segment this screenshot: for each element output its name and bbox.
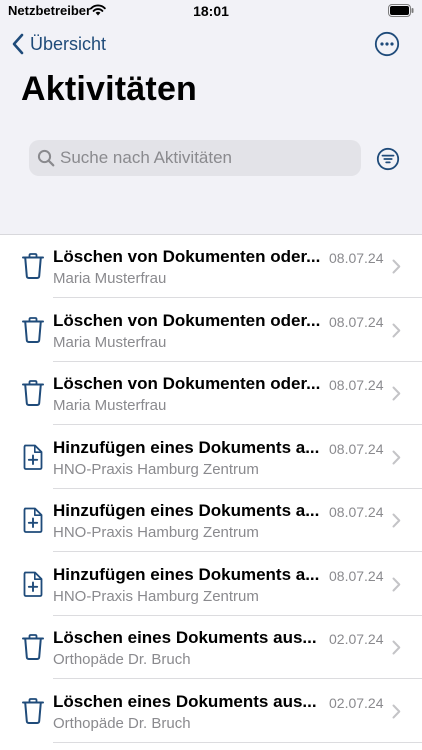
- page-title: Aktivitäten: [21, 70, 198, 108]
- more-options-button[interactable]: [374, 31, 400, 57]
- activity-date: 08.07.24: [329, 313, 384, 330]
- trash-icon: [21, 316, 45, 344]
- chevron-right-icon: [392, 323, 401, 337]
- chevron-right-icon: [392, 259, 401, 274]
- chevron-left-icon: [12, 33, 24, 55]
- activity-subtitle: Maria Musterfrau: [53, 333, 167, 351]
- activity-date: 08.07.24: [329, 504, 384, 520]
- clock: 18:01: [193, 3, 229, 19]
- ellipsis-circle-icon: [374, 31, 400, 57]
- document-add-icon: [21, 443, 45, 471]
- activity-title: Hinzufügen eines Dokuments a...: [53, 437, 320, 457]
- activity-row[interactable]: Löschen von Dokumenten oder... 08.07.24 …: [0, 362, 422, 425]
- trash-icon: [21, 697, 45, 725]
- chevron-right-icon: [392, 704, 401, 718]
- search-icon: [37, 149, 55, 167]
- activity-title: Löschen eines Dokuments aus...: [53, 628, 317, 647]
- activity-list: Löschen von Dokumenten oder... 08.07.24 …: [0, 234, 422, 750]
- status-bar: Netzbetreiber 18:01: [0, 0, 422, 24]
- activity-date: 02.07.24: [329, 694, 384, 711]
- activity-row[interactable]: Löschen eines Dokuments aus... 02.07.24 …: [0, 680, 422, 743]
- activity-row[interactable]: Hinzufügen eines Dokuments a... 08.07.24…: [0, 489, 422, 552]
- activity-subtitle: HNO-Praxis Hamburg Zentrum: [53, 587, 259, 605]
- activity-subtitle: Maria Musterfrau: [53, 270, 167, 287]
- activity-row[interactable]: Hinzufügen eines Dokuments a... 08.07.24…: [0, 426, 422, 489]
- activity-date: 08.07.24: [329, 440, 384, 457]
- filter-button[interactable]: [376, 147, 400, 171]
- battery-icon: [388, 4, 414, 22]
- header: Netzbetreiber 18:01 Übersicht Aktivitäte…: [0, 0, 422, 234]
- search-input[interactable]: [60, 148, 350, 168]
- trash-icon: [21, 252, 45, 280]
- activity-title: Hinzufügen eines Dokuments a...: [53, 501, 320, 520]
- chevron-right-icon: [392, 640, 401, 655]
- activity-date: 08.07.24: [329, 377, 384, 393]
- activity-date: 08.07.24: [329, 567, 384, 584]
- activity-subtitle: HNO-Praxis Hamburg Zentrum: [53, 460, 259, 478]
- chevron-right-icon: [392, 386, 401, 401]
- activity-date: 08.07.24: [329, 250, 384, 266]
- activity-row[interactable]: Löschen von Dokumenten oder... 08.07.24 …: [0, 235, 422, 298]
- activity-title: Hinzufügen eines Dokuments a...: [53, 564, 320, 584]
- filter-icon: [376, 147, 400, 171]
- activity-subtitle: Orthopäde Dr. Bruch: [53, 714, 191, 732]
- activity-row[interactable]: Löschen von Dokumenten oder... 08.07.24 …: [0, 299, 422, 362]
- activity-subtitle: HNO-Praxis Hamburg Zentrum: [53, 524, 259, 541]
- row-divider: [53, 741, 422, 743]
- trash-icon: [21, 379, 45, 407]
- activity-title: Löschen von Dokumenten oder...: [53, 310, 321, 330]
- document-add-icon: [21, 506, 45, 534]
- back-button[interactable]: Übersicht: [10, 30, 106, 58]
- activity-title: Löschen von Dokumenten oder...: [53, 374, 321, 393]
- trash-icon: [21, 633, 45, 661]
- activity-title: Löschen eines Dokuments aus...: [53, 691, 317, 711]
- chevron-right-icon: [392, 513, 401, 528]
- activity-subtitle: Maria Musterfrau: [53, 397, 167, 414]
- chevron-right-icon: [392, 450, 401, 464]
- activity-title: Löschen von Dokumenten oder...: [53, 247, 321, 266]
- activity-row[interactable]: Hinzufügen eines Dokuments a... 08.07.24…: [0, 553, 422, 616]
- navigation-bar: Übersicht: [0, 28, 422, 60]
- activity-row[interactable]: Löschen eines Dokuments aus... 02.07.24 …: [0, 616, 422, 679]
- search-field[interactable]: [29, 140, 361, 176]
- document-add-icon: [21, 570, 45, 598]
- activity-date: 02.07.24: [329, 631, 384, 647]
- activity-subtitle: Orthopäde Dr. Bruch: [53, 651, 191, 668]
- back-label: Übersicht: [30, 33, 107, 54]
- chevron-right-icon: [392, 577, 401, 591]
